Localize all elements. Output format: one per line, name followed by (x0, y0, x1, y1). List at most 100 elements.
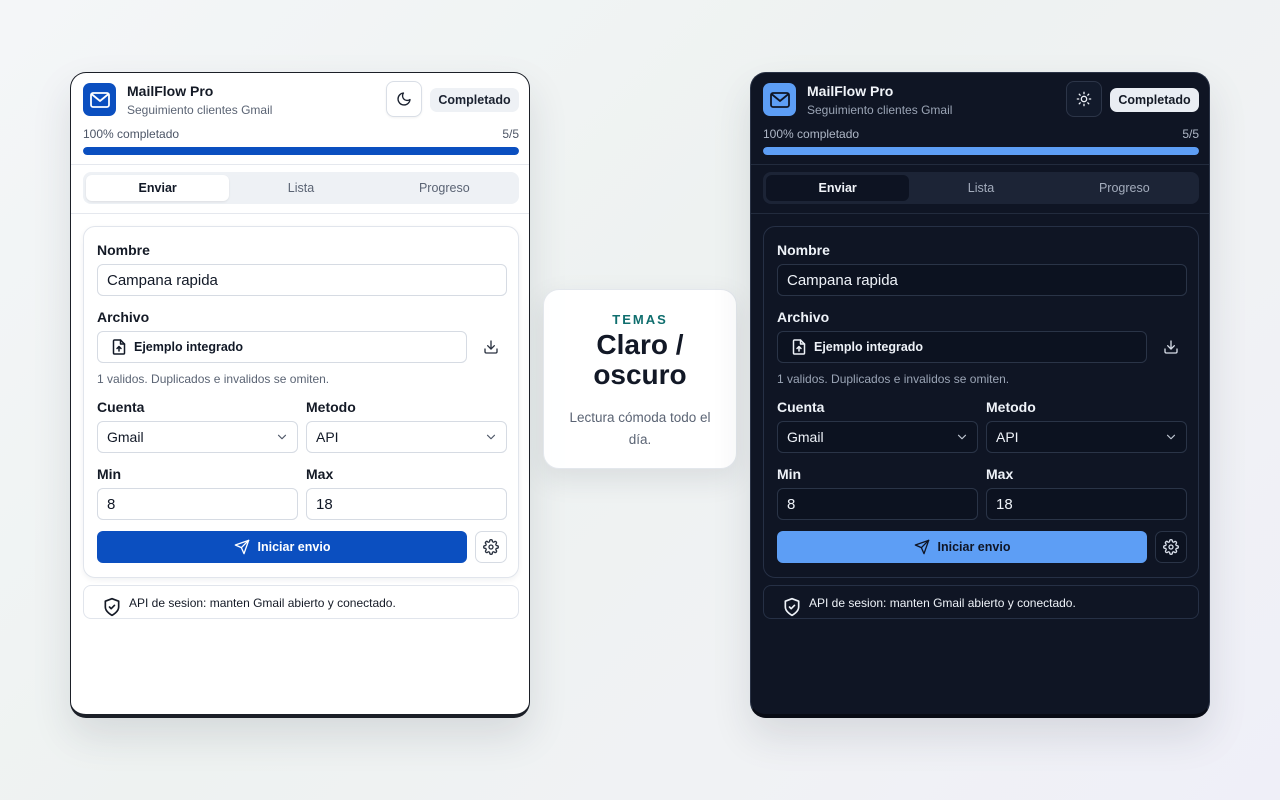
mail-logo-icon (763, 83, 796, 116)
dark-theme-panel: MailFlow Pro Seguimiento clientes Gmail … (750, 72, 1210, 718)
min-input[interactable]: 8 (777, 488, 978, 520)
start-send-label: Iniciar envio (257, 540, 331, 554)
tab-lista[interactable]: Lista (229, 175, 372, 201)
max-input[interactable]: 18 (986, 488, 1187, 520)
account-value: Gmail (107, 429, 144, 445)
tab-progreso[interactable]: Progreso (1053, 175, 1196, 201)
file-picker-button[interactable]: Ejemplo integrado (97, 331, 467, 363)
session-notice: API de sesion: manten Gmail abierto y co… (83, 585, 519, 619)
account-label: Cuenta (97, 399, 145, 415)
light-theme-panel: MailFlow Pro Seguimiento clientes Gmail … (70, 72, 530, 718)
divider (751, 213, 1209, 214)
method-value: API (316, 429, 339, 445)
chevron-down-icon (955, 430, 969, 444)
method-select[interactable]: API (306, 421, 507, 453)
progress-fill (763, 147, 1199, 155)
panel-header: MailFlow Pro Seguimiento clientes Gmail … (71, 73, 529, 165)
file-button-label: Ejemplo integrado (814, 340, 924, 354)
min-label: Min (97, 466, 122, 482)
moon-icon (396, 91, 412, 107)
theme-toggle-button[interactable] (386, 81, 422, 117)
chevron-down-icon (275, 430, 289, 444)
progress-label: 100% completado (83, 127, 180, 141)
download-icon[interactable] (477, 333, 505, 361)
chevron-down-icon (1164, 430, 1178, 444)
settings-button[interactable] (1155, 531, 1187, 563)
method-label: Metodo (986, 399, 1036, 415)
tab-bar: Enviar Lista Progreso (763, 172, 1199, 204)
send-form-card: Nombre Campana rapida Archivo Ejemplo in… (83, 226, 519, 578)
send-icon (234, 539, 250, 555)
tab-progreso[interactable]: Progreso (373, 175, 516, 201)
max-label: Max (986, 466, 1014, 482)
session-notice: API de sesion: manten Gmail abierto y co… (763, 585, 1199, 619)
method-select[interactable]: API (986, 421, 1187, 453)
file-label: Archivo (97, 309, 150, 325)
app-subtitle: Seguimiento clientes Gmail (127, 103, 273, 117)
gear-icon (1163, 539, 1179, 555)
account-select[interactable]: Gmail (777, 421, 978, 453)
name-input[interactable]: Campana rapida (777, 264, 1187, 296)
session-notice-text: API de sesion: manten Gmail abierto y co… (129, 596, 396, 610)
progress-fill (83, 147, 519, 155)
theme-info-card: TEMAS Claro / oscuro Lectura cómoda todo… (543, 289, 737, 469)
account-label: Cuenta (777, 399, 825, 415)
tab-enviar[interactable]: Enviar (766, 175, 910, 201)
start-send-button[interactable]: Iniciar envio (777, 531, 1147, 563)
send-icon (914, 539, 930, 555)
account-value: Gmail (787, 429, 824, 445)
file-upload-icon (792, 339, 806, 355)
chevron-down-icon (484, 430, 498, 444)
gear-icon (483, 539, 499, 555)
theme-title: Claro / oscuro (544, 330, 736, 390)
sun-icon (1076, 91, 1092, 107)
progress-bar (763, 147, 1199, 155)
progress-bar (83, 147, 519, 155)
file-button-label: Ejemplo integrado (134, 340, 244, 354)
progress-label: 100% completado (763, 127, 860, 141)
theme-toggle-button[interactable] (1066, 81, 1102, 117)
file-picker-button[interactable]: Ejemplo integrado (777, 331, 1147, 363)
app-subtitle: Seguimiento clientes Gmail (807, 103, 953, 117)
app-title: MailFlow Pro (807, 83, 894, 99)
mail-logo-icon (83, 83, 116, 116)
max-input[interactable]: 18 (306, 488, 507, 520)
status-badge: Completado (1110, 88, 1199, 112)
theme-title-line2: oscuro (593, 359, 687, 390)
file-label: Archivo (777, 309, 830, 325)
file-upload-icon (112, 339, 126, 355)
theme-title-line1: Claro / (596, 329, 684, 360)
account-select[interactable]: Gmail (97, 421, 298, 453)
min-label: Min (777, 466, 802, 482)
send-form-card: Nombre Campana rapida Archivo Ejemplo in… (763, 226, 1199, 578)
download-icon[interactable] (1157, 333, 1185, 361)
max-label: Max (306, 466, 334, 482)
progress-count: 5/5 (502, 127, 519, 141)
start-send-button[interactable]: Iniciar envio (97, 531, 467, 563)
file-hint: 1 validos. Duplicados e invalidos se omi… (777, 372, 1010, 386)
method-label: Metodo (306, 399, 356, 415)
min-input[interactable]: 8 (97, 488, 298, 520)
name-label: Nombre (777, 242, 830, 258)
settings-button[interactable] (475, 531, 507, 563)
session-notice-text: API de sesion: manten Gmail abierto y co… (809, 596, 1076, 610)
divider (71, 213, 529, 214)
divider (71, 164, 529, 165)
app-title: MailFlow Pro (127, 83, 214, 99)
theme-kicker: TEMAS (612, 312, 668, 327)
theme-subtitle: Lectura cómoda todo el día. (569, 410, 711, 447)
shield-check-icon (102, 596, 122, 618)
shield-check-icon (782, 596, 802, 618)
status-badge: Completado (430, 88, 519, 112)
tab-lista[interactable]: Lista (909, 175, 1052, 201)
file-hint: 1 validos. Duplicados e invalidos se omi… (97, 372, 330, 386)
start-send-label: Iniciar envio (937, 540, 1011, 554)
method-value: API (996, 429, 1019, 445)
name-label: Nombre (97, 242, 150, 258)
panel-header: MailFlow Pro Seguimiento clientes Gmail … (751, 73, 1209, 165)
name-input[interactable]: Campana rapida (97, 264, 507, 296)
tab-enviar[interactable]: Enviar (86, 175, 230, 201)
tab-bar: Enviar Lista Progreso (83, 172, 519, 204)
progress-count: 5/5 (1182, 127, 1199, 141)
divider (751, 164, 1209, 165)
